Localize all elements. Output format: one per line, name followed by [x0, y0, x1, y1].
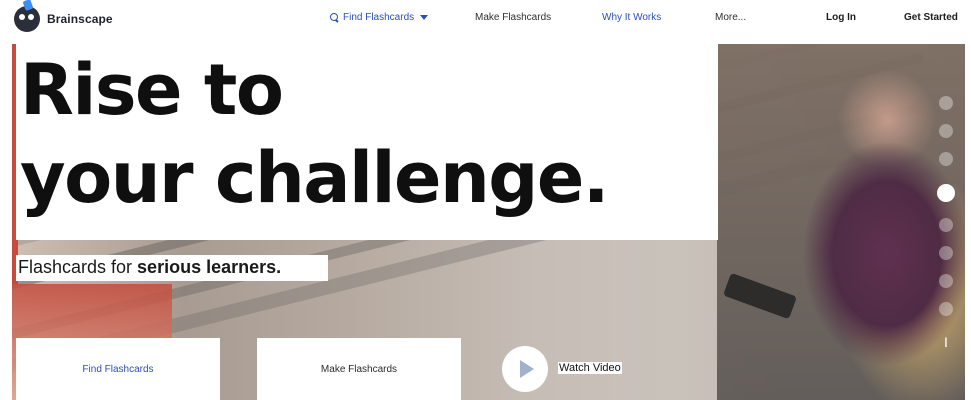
carousel-dot[interactable] [939, 274, 953, 288]
carousel-dots [937, 96, 957, 346]
watch-video-link[interactable]: Watch Video [558, 362, 622, 374]
nav-find-flashcards-label: Find Flashcards [343, 12, 415, 23]
brainscape-logo-icon [14, 0, 40, 32]
make-flashcards-card-label: Make Flashcards [320, 364, 398, 375]
nav-more[interactable]: More... [715, 12, 746, 23]
carousel-dot[interactable] [939, 302, 953, 316]
carousel-dot[interactable] [939, 96, 953, 110]
find-flashcards-card-label: Find Flashcards [82, 364, 154, 375]
chevron-down-icon [420, 15, 429, 20]
get-started-link[interactable]: Get Started [904, 12, 958, 23]
logo-spark [22, 0, 34, 12]
hero-subline-regular: Flashcards for [18, 257, 138, 277]
carousel-dot[interactable] [939, 246, 953, 260]
carousel-dot-active[interactable] [937, 184, 955, 202]
nav-find-flashcards[interactable]: Find Flashcards [330, 12, 429, 23]
brand-name: Brainscape [47, 12, 113, 26]
text-cursor-icon: I [944, 334, 948, 350]
hero-headline: Rise to your challenge. [20, 46, 740, 222]
carousel-dot[interactable] [939, 124, 953, 138]
carousel-dot[interactable] [939, 152, 953, 166]
search-icon [330, 13, 339, 22]
top-navigation: Brainscape Find Flashcards Make Flashcar… [0, 0, 971, 36]
find-flashcards-card[interactable]: Find Flashcards [16, 338, 220, 400]
play-icon[interactable] [502, 346, 548, 392]
nav-why-it-works[interactable]: Why It Works [602, 12, 661, 23]
person-with-phone-photo [717, 44, 965, 400]
nav-make-flashcards[interactable]: Make Flashcards [475, 12, 551, 23]
brand-logo[interactable]: Brainscape [14, 0, 113, 32]
carousel-dot[interactable] [939, 218, 953, 232]
hero-headline-line2: your challenge. [20, 137, 609, 219]
hero-headline-line1: Rise to [20, 49, 284, 131]
login-link[interactable]: Log In [826, 12, 856, 23]
hero-subline-bold: serious learners. [137, 257, 282, 277]
hero-subline: Flashcards for serious learners. [18, 257, 281, 278]
make-flashcards-card[interactable]: Make Flashcards [257, 338, 461, 400]
